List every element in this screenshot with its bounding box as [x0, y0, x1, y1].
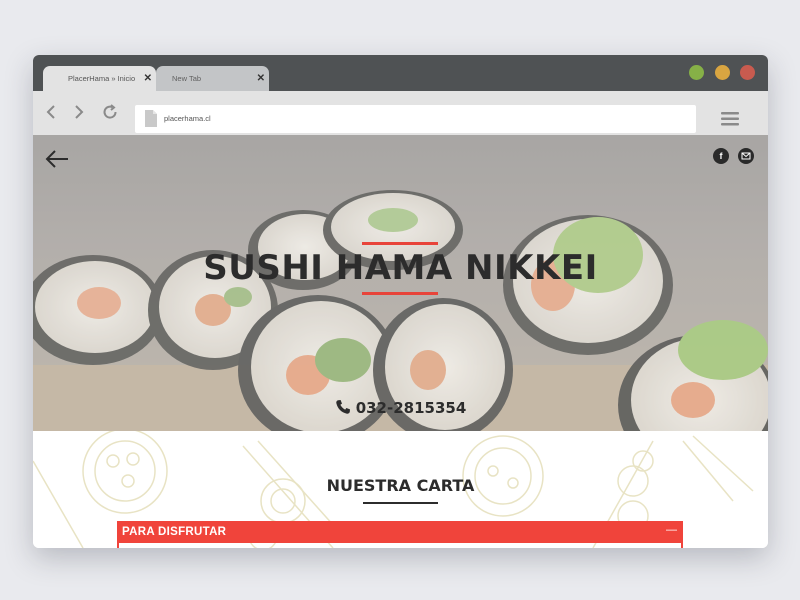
tab-placerhama[interactable]: PlacerHama » Inicio ✕ — [43, 66, 156, 91]
category-accordion-body — [117, 543, 683, 548]
phone-icon — [335, 400, 350, 414]
minimize-button[interactable] — [715, 65, 730, 80]
tab-new-tab[interactable]: New Tab ✕ — [156, 66, 269, 91]
facebook-icon[interactable]: f — [713, 148, 729, 164]
title-accent-top — [362, 242, 438, 245]
category-label: PARA DISFRUTAR — [122, 526, 227, 538]
browser-toolbar: placerhama.cl — [33, 91, 768, 135]
title-accent-bottom — [362, 292, 438, 295]
reload-icon[interactable] — [101, 103, 119, 121]
page-title: SUSHI HAMA NIKKEI — [203, 248, 598, 288]
phone-link[interactable]: 032-2815354 — [33, 399, 768, 417]
tab-label: PlacerHama » Inicio — [68, 74, 136, 83]
phone-number: 032-2815354 — [355, 399, 467, 417]
address-bar[interactable]: placerhama.cl — [135, 105, 696, 133]
menu-section: NUESTRA CARTA PARA DISFRUTAR — — [33, 431, 768, 548]
forward-icon[interactable] — [69, 103, 87, 121]
section-heading: NUESTRA CARTA — [326, 476, 475, 495]
tab-bar: PlacerHama » Inicio ✕ New Tab ✕ — [33, 55, 768, 91]
mail-icon[interactable] — [738, 148, 754, 164]
browser-window: PlacerHama » Inicio ✕ New Tab ✕ placerha… — [33, 55, 768, 548]
collapse-icon[interactable]: — — [666, 524, 677, 536]
close-icon[interactable]: ✕ — [144, 66, 152, 91]
maximize-button[interactable] — [689, 65, 704, 80]
back-arrow-icon[interactable] — [45, 149, 69, 169]
hamburger-menu-icon[interactable] — [721, 111, 739, 127]
close-window-button[interactable] — [740, 65, 755, 80]
section-underline — [363, 502, 438, 504]
url-text: placerhama.cl — [164, 114, 211, 123]
category-accordion-header[interactable]: PARA DISFRUTAR — — [117, 521, 683, 543]
page-icon — [145, 110, 157, 127]
tab-label: New Tab — [172, 74, 202, 83]
hero-banner: f SUSHI HAMA NIKKEI 032-2815354 — [33, 135, 768, 431]
back-icon[interactable] — [43, 103, 61, 121]
close-icon[interactable]: ✕ — [257, 66, 265, 91]
